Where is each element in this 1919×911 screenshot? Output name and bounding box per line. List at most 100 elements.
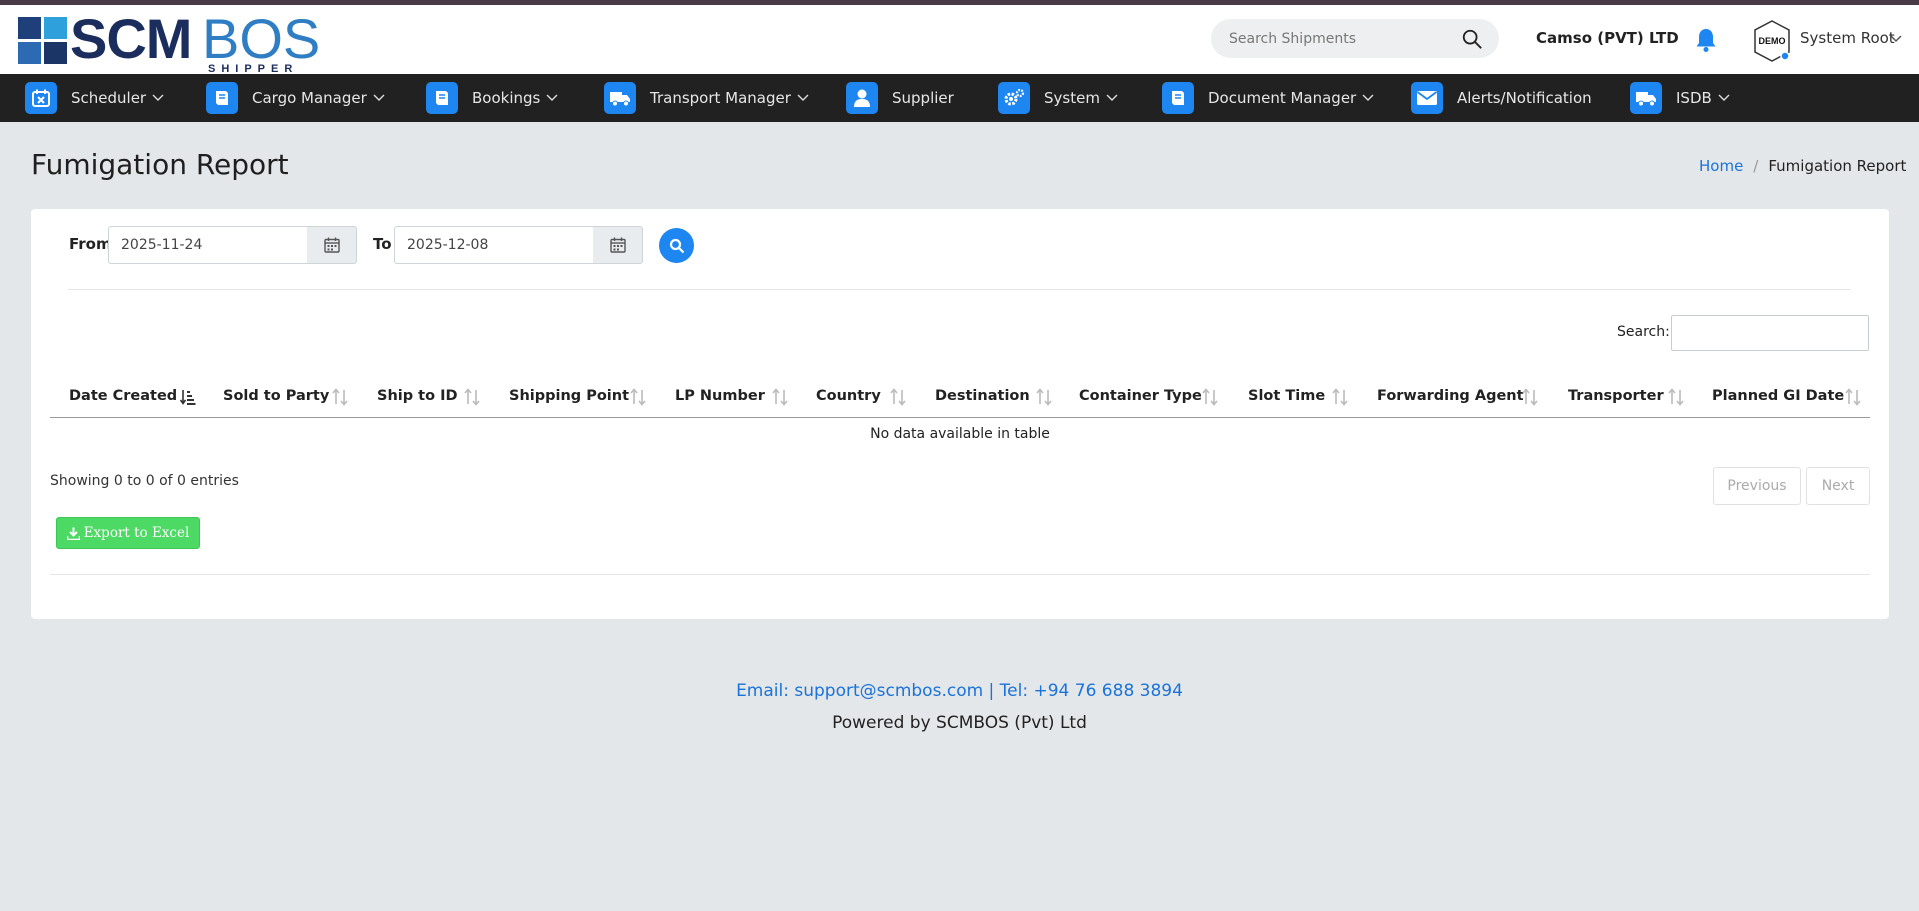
- column-header-ship-to-id[interactable]: Ship to ID: [377, 374, 458, 418]
- chevron-down-icon: [1718, 94, 1730, 101]
- table-info: Showing 0 to 0 of 0 entries: [50, 473, 239, 489]
- sort-icon[interactable]: [1668, 388, 1684, 406]
- breadcrumb-home-link[interactable]: Home: [1699, 157, 1743, 175]
- from-calendar-button[interactable]: [307, 226, 357, 264]
- page-title: Fumigation Report: [31, 148, 289, 181]
- bell-icon[interactable]: [1694, 27, 1718, 53]
- sort-icon[interactable]: [464, 388, 480, 406]
- svg-text:DEMO: DEMO: [1759, 36, 1786, 46]
- previous-page-button[interactable]: Previous: [1713, 467, 1801, 505]
- nav-item-isdb[interactable]: ISDB: [1630, 74, 1730, 122]
- nav-item-document-manager[interactable]: Document Manager: [1162, 74, 1374, 122]
- to-calendar-button[interactable]: [593, 226, 643, 264]
- column-label: Container Type: [1079, 388, 1202, 404]
- company-name: Camso (PVT) LTD: [1536, 29, 1679, 47]
- book-icon: [1162, 82, 1194, 114]
- sort-descending-icon[interactable]: [180, 388, 196, 406]
- calendar-icon: [323, 237, 340, 253]
- next-page-button[interactable]: Next: [1806, 467, 1870, 505]
- nav-item-alerts-notification[interactable]: Alerts/Notification: [1411, 74, 1592, 122]
- chevron-down-icon: [152, 94, 164, 101]
- breadcrumb-current: Fumigation Report: [1768, 157, 1907, 175]
- column-label: Date Created: [69, 388, 178, 404]
- column-header-shipping-point[interactable]: Shipping Point: [509, 374, 629, 418]
- nav-label: Supplier: [892, 89, 954, 107]
- nav-label: Document Manager: [1208, 89, 1357, 107]
- sort-icon[interactable]: [630, 388, 646, 406]
- sort-icon[interactable]: [1332, 388, 1348, 406]
- column-label: Ship to ID: [377, 388, 458, 404]
- nav-label: Transport Manager: [650, 89, 791, 107]
- column-header-country[interactable]: Country: [816, 374, 881, 418]
- chevron-down-icon[interactable]: [1890, 35, 1902, 43]
- search-icon: [669, 238, 684, 253]
- footer-powered-by: Powered by SCMBOS (Pvt) Ltd: [832, 713, 1087, 733]
- search-icon[interactable]: [1461, 28, 1483, 50]
- logo-bos-text: BOS: [202, 7, 321, 70]
- search-shipments-input[interactable]: [1229, 19, 1459, 58]
- nav-item-scheduler[interactable]: Scheduler: [25, 74, 164, 122]
- filter-search-button[interactable]: [659, 228, 694, 263]
- sort-icon[interactable]: [1202, 388, 1218, 406]
- column-label: Slot Time: [1248, 388, 1326, 404]
- column-label: Destination: [935, 388, 1030, 404]
- column-header-forwarding-agent[interactable]: Forwarding Agent: [1377, 374, 1524, 418]
- column-label: Shipping Point: [509, 388, 630, 404]
- chevron-down-icon: [797, 94, 809, 101]
- nav-item-bookings[interactable]: Bookings: [426, 74, 558, 122]
- sort-icon[interactable]: [332, 388, 348, 406]
- book-icon: [206, 82, 238, 114]
- chevron-down-icon: [373, 94, 385, 101]
- from-date-field[interactable]: 2025-11-24: [108, 226, 308, 264]
- column-header-slot-time[interactable]: Slot Time: [1248, 374, 1325, 418]
- nav-item-system[interactable]: System: [998, 74, 1118, 122]
- user-icon: [846, 82, 878, 114]
- to-label: To: [373, 235, 392, 253]
- nav-label: Bookings: [472, 89, 541, 107]
- to-date-field[interactable]: 2025-12-08: [394, 226, 594, 264]
- from-label: From: [69, 235, 112, 253]
- chevron-down-icon: [1106, 94, 1118, 101]
- column-header-sold-to-party[interactable]: Sold to Party: [223, 374, 329, 418]
- sort-icon[interactable]: [1522, 388, 1538, 406]
- sort-icon[interactable]: [772, 388, 788, 406]
- nav-item-supplier[interactable]: Supplier: [846, 74, 954, 122]
- logo-scm-text: SCM: [70, 7, 192, 70]
- sort-icon[interactable]: [1036, 388, 1052, 406]
- main-navigation: Scheduler Cargo Manager Bookings Transpo…: [0, 74, 1919, 122]
- sort-icon[interactable]: [890, 388, 906, 406]
- search-shipments-box: [1211, 19, 1499, 58]
- column-header-planned-gi-date[interactable]: Planned GI Date: [1712, 374, 1844, 418]
- column-label: Sold to Party: [223, 388, 330, 404]
- breadcrumb-separator: /: [1753, 157, 1759, 175]
- user-menu-name[interactable]: System Root: [1800, 29, 1895, 47]
- divider: [50, 574, 1870, 575]
- export-to-excel-button[interactable]: Export to Excel: [56, 517, 200, 549]
- envelope-icon: [1411, 82, 1443, 114]
- top-header: SCM BOS SHIPPER Camso (PVT) LTD DEMO Sys…: [0, 5, 1919, 77]
- nav-label: ISDB: [1676, 89, 1712, 107]
- table-search-input[interactable]: [1671, 315, 1869, 351]
- nav-item-transport-manager[interactable]: Transport Manager: [604, 74, 809, 122]
- scmbos-logo[interactable]: SCM BOS SHIPPER: [18, 7, 338, 77]
- column-header-transporter[interactable]: Transporter: [1568, 374, 1664, 418]
- nav-item-cargo-manager[interactable]: Cargo Manager: [206, 74, 385, 122]
- breadcrumb: Home / Fumigation Report: [1699, 157, 1906, 175]
- column-header-destination[interactable]: Destination: [935, 374, 1030, 418]
- nav-label: Alerts/Notification: [1457, 89, 1592, 107]
- column-label: Transporter: [1568, 388, 1664, 404]
- column-header-date-created[interactable]: Date Created: [69, 374, 177, 418]
- cogs-icon: [998, 82, 1030, 114]
- truck-icon: [604, 82, 636, 114]
- sort-icon[interactable]: [1845, 388, 1861, 406]
- calendar-icon: [25, 82, 57, 114]
- divider: [68, 289, 1851, 290]
- nav-label: Cargo Manager: [252, 89, 367, 107]
- download-icon: [66, 527, 80, 540]
- footer-contact[interactable]: Email: support@scmbos.com | Tel: +94 76 …: [0, 681, 1919, 701]
- column-label: LP Number: [675, 388, 765, 404]
- nav-label: Scheduler: [71, 89, 147, 107]
- column-header-container-type[interactable]: Container Type: [1079, 374, 1202, 418]
- avatar[interactable]: DEMO: [1752, 19, 1792, 63]
- column-header-lp-number[interactable]: LP Number: [675, 374, 765, 418]
